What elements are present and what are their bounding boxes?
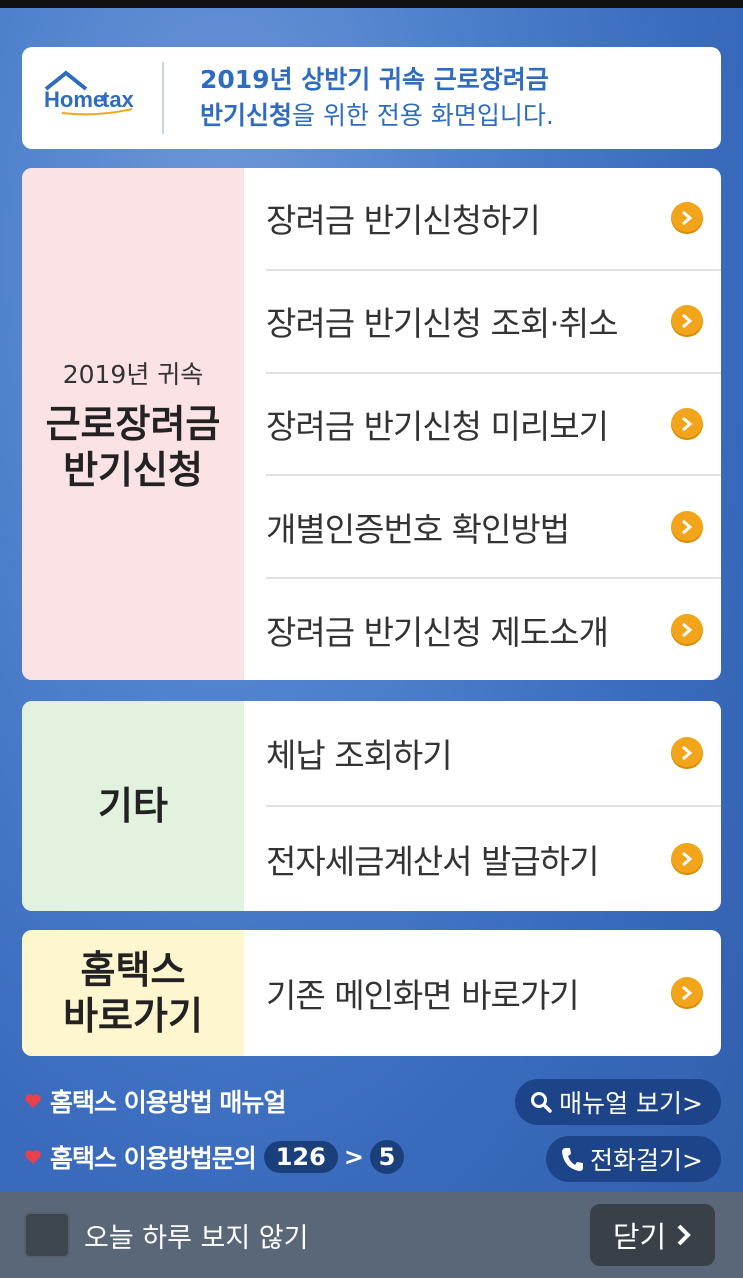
menu-e-tax-invoice[interactable]: 전자세금계산서 발급하기 [266, 807, 721, 911]
call-button[interactable]: 전화걸기> [546, 1136, 721, 1182]
status-bar [0, 0, 743, 8]
menu-apply[interactable]: 장려금 반기신청하기 [266, 168, 721, 271]
header-line2-bold: 반기신청 [200, 101, 293, 130]
menu-label: 기존 메인화면 바로가기 [266, 976, 580, 1015]
menu-label: 장려금 반기신청 미리보기 [266, 406, 609, 446]
manual-view-label: 매뉴얼 보기> [559, 1089, 703, 1118]
chevron-right-icon [671, 407, 703, 440]
bottom-bar: 오늘 하루 보지 않기 닫기 [0, 1192, 743, 1278]
call-label: 전화걸기> [590, 1146, 703, 1175]
svg-text:tax: tax [102, 87, 135, 112]
section-etc: 기타 체납 조회하기 전자세금계산서 발급하기 [22, 701, 721, 911]
inquiry-number-badge: 126 [263, 1141, 338, 1173]
inquiry-separator: > [343, 1143, 364, 1171]
heart-icon [25, 1150, 41, 1164]
chevron-right-icon [671, 613, 703, 646]
header-text: 2019년 상반기 귀속 근로장려금 반기신청을 위한 전용 화면입니다. [164, 62, 554, 134]
chevron-right-icon [671, 977, 703, 1009]
hometax-logo: Home tax [22, 47, 162, 149]
menu-label: 장려금 반기신청하기 [266, 201, 541, 241]
menu-label: 장려금 반기신청 조회·취소 [266, 304, 618, 344]
header-line2: 반기신청을 위한 전용 화면입니다. [200, 98, 554, 134]
section2-label: 기타 [22, 701, 244, 911]
chevron-right-icon [671, 737, 703, 769]
header-card: Home tax 2019년 상반기 귀속 근로장려금 반기신청을 위한 전용 … [22, 47, 721, 149]
section1-label: 2019년 귀속 근로장려금 반기신청 [22, 168, 244, 680]
manual-view-button[interactable]: 매뉴얼 보기> [515, 1079, 721, 1125]
header-line1: 2019년 상반기 귀속 근로장려금 [200, 65, 549, 94]
inquiry-text: 홈택스 이용방법문의 [50, 1144, 257, 1173]
menu-label: 전자세금계산서 발급하기 [266, 842, 599, 881]
svg-text:Home: Home [44, 87, 105, 112]
chevron-right-icon [671, 510, 703, 543]
chevron-right-icon [671, 843, 703, 875]
menu-arrears-inquiry[interactable]: 체납 조회하기 [266, 701, 721, 807]
header-line2-rest: 을 위한 전용 화면입니다. [292, 101, 554, 130]
section1-label-big-2: 반기신청 [63, 448, 203, 492]
section3-label-2: 바로가기 [63, 994, 203, 1038]
chevron-right-icon [671, 305, 703, 338]
inquiry-row: 홈택스 이용방법문의 126 > 5 [24, 1139, 404, 1175]
section3-label-1: 홈택스 [80, 948, 186, 992]
section3-menu: 기존 메인화면 바로가기 [244, 930, 721, 1056]
search-icon [531, 1092, 552, 1113]
menu-preview[interactable]: 장려금 반기신청 미리보기 [266, 374, 721, 477]
dont-show-today-label[interactable]: 오늘 하루 보지 않기 [84, 1216, 308, 1255]
manual-row: 홈택스 이용방법 매뉴얼 [24, 1083, 286, 1119]
heart-icon [25, 1094, 41, 1108]
section-hometax-shortcut: 홈택스 바로가기 기존 메인화면 바로가기 [22, 930, 721, 1056]
close-button[interactable]: 닫기 [590, 1204, 715, 1266]
section1-label-big-1: 근로장려금 [45, 402, 221, 446]
chevron-right-icon [671, 202, 703, 235]
chevron-right-icon [677, 1224, 692, 1246]
section-earned-income-incentive: 2019년 귀속 근로장려금 반기신청 장려금 반기신청하기 장려금 반기신청 … [22, 168, 721, 680]
menu-inquiry-cancel[interactable]: 장려금 반기신청 조회·취소 [266, 271, 721, 374]
section2-label-text: 기타 [98, 784, 168, 828]
section2-menu: 체납 조회하기 전자세금계산서 발급하기 [244, 701, 721, 911]
close-label: 닫기 [612, 1220, 667, 1254]
inquiry-option-badge: 5 [369, 1140, 404, 1174]
menu-main-screen[interactable]: 기존 메인화면 바로가기 [266, 930, 721, 1056]
menu-label: 장려금 반기신청 제도소개 [266, 612, 609, 652]
menu-label: 개별인증번호 확인방법 [266, 509, 570, 549]
section3-label: 홈택스 바로가기 [22, 930, 244, 1056]
menu-system-intro[interactable]: 장려금 반기신청 제도소개 [266, 579, 721, 680]
section1-menu: 장려금 반기신청하기 장려금 반기신청 조회·취소 장려금 반기신청 미리보기 … [244, 168, 721, 680]
menu-label: 체납 조회하기 [266, 736, 453, 775]
dont-show-today-checkbox[interactable] [24, 1212, 70, 1258]
manual-text: 홈택스 이용방법 매뉴얼 [50, 1088, 286, 1117]
menu-auth-number[interactable]: 개별인증번호 확인방법 [266, 476, 721, 580]
section1-label-small: 2019년 귀속 [62, 360, 204, 389]
phone-icon [562, 1148, 584, 1171]
